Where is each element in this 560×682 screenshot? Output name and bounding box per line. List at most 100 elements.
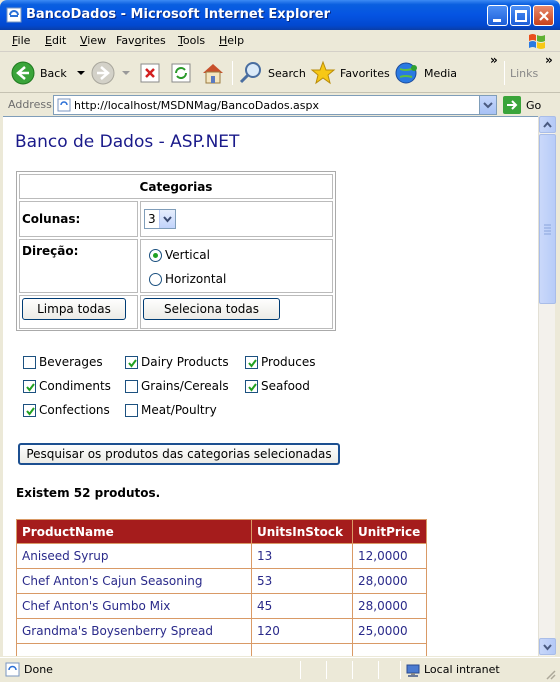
- checkbox-beverages[interactable]: [23, 356, 36, 369]
- columns-select-dropdown[interactable]: [159, 210, 175, 228]
- minimize-button[interactable]: [487, 5, 508, 26]
- resize-grip-icon[interactable]: [544, 668, 556, 680]
- checkbox-grains-cereals[interactable]: [125, 380, 138, 393]
- search-button[interactable]: Search: [238, 59, 306, 87]
- checkbox-dairy-products-label[interactable]: Dairy Products: [141, 355, 229, 369]
- cell-product-name: Aniseed Syrup: [16, 543, 252, 569]
- scroll-down-button[interactable]: [539, 638, 556, 655]
- checkbox-condiments[interactable]: [23, 380, 36, 393]
- cell-units-in-stock-partial: [251, 643, 353, 656]
- product-count-summary: Existem 52 produtos.: [16, 486, 161, 500]
- columns-select-value: 3: [148, 212, 156, 226]
- select-all-cell: Seleciona todas: [140, 295, 333, 329]
- checkmark-icon: [248, 383, 257, 392]
- checkbox-condiments-label[interactable]: Condiments: [39, 379, 111, 393]
- products-grid: ProductName UnitsInStock UnitPrice Anise…: [16, 519, 427, 656]
- columns-select[interactable]: 3: [144, 209, 176, 229]
- categories-header-cell: Categorias: [19, 174, 333, 199]
- address-label: Address: [8, 98, 52, 111]
- go-label: Go: [526, 98, 542, 112]
- maximize-button[interactable]: [510, 5, 531, 26]
- address-input[interactable]: http://localhost/MSDNMag/BancoDados.aspx: [53, 95, 497, 115]
- menu-favorites[interactable]: Favorites: [116, 34, 166, 47]
- checkbox-confections-label[interactable]: Confections: [39, 403, 110, 417]
- ie-page-icon: [6, 7, 22, 23]
- star-icon: [310, 60, 336, 85]
- categories-table: Categorias Colunas: 3 Direção: Vertical …: [16, 171, 336, 331]
- maximize-icon: [515, 10, 527, 22]
- checkbox-dairy-products[interactable]: [125, 356, 138, 369]
- table-row: Aniseed Syrup 13 12,0000: [16, 543, 427, 569]
- checkbox-meat-poultry[interactable]: [125, 404, 138, 417]
- checkbox-seafood[interactable]: [245, 380, 258, 393]
- media-button[interactable]: Media: [394, 59, 457, 87]
- checkbox-produces-label[interactable]: Produces: [261, 355, 316, 369]
- menu-tools[interactable]: Tools: [178, 34, 205, 47]
- radio-horizontal-label[interactable]: Horizontal: [165, 272, 226, 286]
- refresh-icon: [171, 63, 191, 83]
- search-products-button[interactable]: Pesquisar os produtos das categorias sel…: [18, 443, 340, 465]
- chevron-down-icon[interactable]: [120, 68, 132, 78]
- select-all-button[interactable]: Seleciona todas: [143, 298, 280, 320]
- cell-unit-price: 12,0000: [352, 543, 427, 569]
- chevron-overflow-icon[interactable]: »: [490, 53, 498, 67]
- menu-view[interactable]: View: [80, 34, 106, 47]
- back-button[interactable]: Back: [10, 59, 87, 87]
- radio-horizontal[interactable]: [149, 273, 162, 286]
- vertical-scrollbar[interactable]: [538, 116, 556, 656]
- cell-units-in-stock: 120: [251, 618, 353, 644]
- radio-vertical-label[interactable]: Vertical: [165, 248, 210, 262]
- menu-edit[interactable]: Edit: [45, 34, 66, 47]
- direction-label-cell: Direção:: [19, 239, 138, 293]
- forward-button[interactable]: [90, 59, 132, 87]
- cell-product-name-partial: [16, 643, 252, 656]
- cell-unit-price: 25,0000: [352, 618, 427, 644]
- go-button[interactable]: Go: [503, 96, 541, 114]
- page-title: Banco de Dados - ASP.NET: [15, 132, 240, 152]
- checkbox-grains-cereals-label[interactable]: Grains/Cereals: [141, 379, 229, 393]
- menu-help[interactable]: Help: [219, 34, 244, 47]
- checkbox-meat-poultry-label[interactable]: Meat/Poultry: [141, 403, 217, 417]
- scroll-thumb[interactable]: [539, 134, 556, 304]
- table-row: Chef Anton's Cajun Seasoning 53 28,0000: [16, 568, 427, 594]
- window-title: BancoDados - Microsoft Internet Explorer: [26, 7, 331, 22]
- menu-file[interactable]: File: [12, 34, 30, 47]
- radio-vertical[interactable]: [149, 249, 162, 262]
- close-button[interactable]: [533, 5, 554, 26]
- security-zone-label: Local intranet: [424, 663, 500, 676]
- scroll-up-button[interactable]: [539, 116, 556, 133]
- grid-header-unitprice[interactable]: UnitPrice: [352, 519, 427, 544]
- page-done-icon: [5, 662, 20, 677]
- address-dropdown[interactable]: [479, 96, 496, 114]
- checkbox-beverages-label[interactable]: Beverages: [39, 355, 103, 369]
- home-button[interactable]: [200, 59, 226, 87]
- refresh-button[interactable]: [170, 59, 192, 87]
- links-label[interactable]: Links: [510, 59, 538, 87]
- checkbox-confections[interactable]: [23, 404, 36, 417]
- table-row: Chef Anton's Gumbo Mix 45 28,0000: [16, 593, 427, 619]
- status-bar: Done Local intranet: [0, 657, 560, 682]
- windows-logo-icon: [529, 34, 545, 49]
- clear-all-button[interactable]: Limpa todas: [22, 298, 126, 320]
- media-globe-icon: [395, 62, 417, 84]
- chevron-down-icon[interactable]: [75, 68, 87, 78]
- chevron-overflow-icon[interactable]: »: [545, 53, 553, 67]
- checkmark-icon: [248, 359, 257, 368]
- grip-icon: [544, 224, 551, 235]
- menu-bar: File Edit View Favorites Tools Help: [0, 30, 560, 52]
- toolbar-separator: [504, 61, 505, 85]
- grid-header-unitsinstock[interactable]: UnitsInStock: [251, 519, 353, 544]
- table-row: Grandma's Boysenberry Spread 120 25,0000: [16, 618, 427, 644]
- intranet-zone-icon: [406, 664, 420, 677]
- cell-unit-price-partial: [352, 643, 427, 656]
- checkbox-seafood-label[interactable]: Seafood: [261, 379, 310, 393]
- cell-units-in-stock: 45: [251, 593, 353, 619]
- favorites-button[interactable]: Favorites: [310, 59, 390, 87]
- cell-product-name: Chef Anton's Cajun Seasoning: [16, 568, 252, 594]
- grid-header-productname[interactable]: ProductName: [16, 519, 252, 544]
- checkbox-produces[interactable]: [245, 356, 258, 369]
- stop-button[interactable]: [139, 59, 161, 87]
- page-icon: [57, 98, 71, 112]
- status-divider: [326, 661, 327, 679]
- back-arrow-icon: [11, 61, 35, 85]
